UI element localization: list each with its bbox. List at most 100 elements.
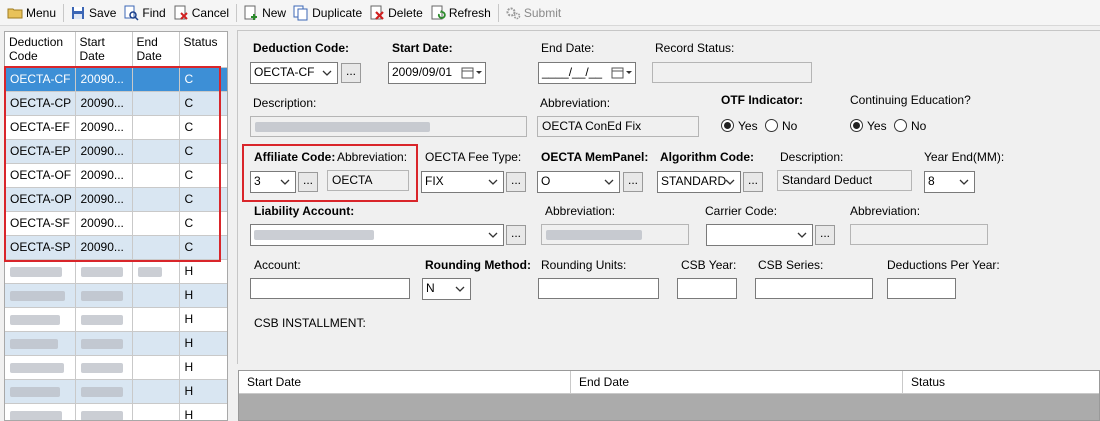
col-start-date[interactable]: Start Date bbox=[75, 32, 133, 68]
duplicate-button[interactable]: Duplicate bbox=[290, 2, 365, 24]
year-end-select[interactable]: 8 bbox=[924, 171, 975, 193]
toolbar-separator bbox=[497, 3, 499, 22]
otf-no-label: No bbox=[782, 119, 798, 133]
cell-start bbox=[75, 355, 133, 380]
deductions-per-year-input[interactable] bbox=[887, 278, 956, 299]
affiliate-lookup-button[interactable]: ... bbox=[298, 172, 318, 192]
delete-button[interactable]: Delete bbox=[366, 2, 426, 24]
otf-yes-label: Yes bbox=[738, 119, 758, 133]
col-status[interactable]: Status bbox=[903, 371, 1099, 394]
cell-status: H bbox=[179, 331, 227, 356]
new-button[interactable]: New bbox=[240, 2, 289, 24]
otf-no-radio[interactable]: No bbox=[765, 119, 797, 133]
algorithm-code-label: Algorithm Code: bbox=[660, 150, 754, 164]
table-row-redacted[interactable]: H bbox=[5, 403, 227, 420]
table-row-redacted[interactable]: H bbox=[5, 307, 227, 332]
deduction-code-value: OECTA-CF bbox=[254, 65, 315, 79]
header-label: Deduction bbox=[9, 35, 64, 49]
calendar-icon bbox=[461, 67, 482, 79]
liability-account-label: Liability Account: bbox=[254, 204, 355, 218]
col-end-date[interactable]: End Date bbox=[132, 32, 180, 68]
fee-type-select[interactable]: FIX bbox=[421, 171, 504, 193]
toolbar-separator bbox=[236, 3, 238, 22]
mempanel-lookup-button[interactable]: ... bbox=[623, 172, 643, 192]
col-end-date[interactable]: End Date bbox=[571, 371, 903, 394]
chevron-down-icon bbox=[725, 179, 735, 185]
carrier-lookup-button[interactable]: ... bbox=[815, 225, 835, 245]
rounding-units-label: Rounding Units: bbox=[541, 258, 627, 272]
table-row-redacted[interactable]: H bbox=[5, 331, 227, 356]
highlight-box-rows bbox=[4, 66, 221, 262]
radio-unselected-icon bbox=[894, 119, 907, 132]
cell-status: H bbox=[179, 307, 227, 332]
col-status[interactable]: Status bbox=[179, 32, 227, 68]
csb-year-input[interactable] bbox=[677, 278, 737, 299]
folder-icon bbox=[7, 8, 23, 18]
header-label: Date bbox=[136, 49, 162, 63]
cancel-button[interactable]: Cancel bbox=[170, 2, 232, 24]
rounding-method-select[interactable]: N bbox=[422, 278, 471, 300]
find-label: Find bbox=[142, 5, 166, 20]
fee-type-lookup-button[interactable]: ... bbox=[506, 172, 526, 192]
start-date-picker[interactable]: 2009/09/01 bbox=[388, 62, 486, 84]
col-deduction-code[interactable]: Deduction Code bbox=[5, 32, 76, 68]
record-status-label: Record Status: bbox=[655, 41, 735, 55]
table-row-redacted[interactable]: H bbox=[5, 259, 227, 284]
header-label: Date bbox=[79, 49, 105, 63]
record-status-field bbox=[652, 62, 812, 83]
cont-ed-yes-radio[interactable]: Yes bbox=[850, 119, 887, 133]
table-row-redacted[interactable]: H bbox=[5, 355, 227, 380]
chevron-down-icon bbox=[488, 232, 498, 238]
cell-start bbox=[75, 307, 133, 332]
toolbar: Menu Save Find Cancel New Duplicate Dele… bbox=[0, 0, 1100, 26]
year-end-value: 8 bbox=[928, 174, 935, 188]
chevron-down-icon bbox=[322, 70, 332, 76]
liability-lookup-button[interactable]: ... bbox=[506, 225, 526, 245]
cell-code bbox=[5, 307, 76, 332]
deduction-code-select[interactable]: OECTA-CF bbox=[250, 62, 338, 84]
table-row-redacted[interactable]: H bbox=[5, 283, 227, 308]
submit-button[interactable]: Submit bbox=[502, 2, 564, 24]
algorithm-code-value: STANDARD bbox=[661, 174, 727, 188]
algorithm-code-select[interactable]: STANDARD bbox=[657, 171, 741, 193]
save-button[interactable]: Save bbox=[67, 2, 119, 24]
end-date-picker[interactable]: ____/__/__ bbox=[538, 62, 636, 84]
col-start-date[interactable]: Start Date bbox=[239, 371, 571, 394]
account-input[interactable] bbox=[250, 278, 410, 299]
refresh-icon bbox=[431, 5, 446, 19]
cancel-label: Cancel bbox=[191, 5, 230, 20]
header-label: Code bbox=[9, 49, 38, 63]
cell-code bbox=[5, 355, 76, 380]
table-row-redacted[interactable]: H bbox=[5, 379, 227, 404]
cell-status: H bbox=[179, 259, 227, 284]
algorithm-description-field: Standard Deduct bbox=[777, 170, 912, 191]
deduction-code-lookup-button[interactable]: ... bbox=[341, 63, 361, 83]
table-header-row: Deduction Code Start Date End Date Status bbox=[5, 32, 227, 68]
carrier-code-select[interactable] bbox=[706, 224, 813, 246]
csb-installment-label: CSB INSTALLMENT: bbox=[254, 316, 366, 330]
fee-type-value: FIX bbox=[425, 174, 444, 188]
mempanel-select[interactable]: O bbox=[537, 171, 620, 193]
duplicate-icon bbox=[293, 5, 308, 20]
panel-splitter[interactable] bbox=[230, 26, 236, 421]
menu-label: Menu bbox=[26, 5, 57, 20]
liability-abbreviation-label: Abbreviation: bbox=[545, 204, 616, 218]
cell-code bbox=[5, 331, 76, 356]
otf-yes-radio[interactable]: Yes bbox=[721, 119, 758, 133]
cont-ed-no-radio[interactable]: No bbox=[894, 119, 926, 133]
algorithm-lookup-button[interactable]: ... bbox=[743, 172, 763, 192]
end-date-label: End Date: bbox=[541, 41, 595, 55]
rounding-method-value: N bbox=[426, 281, 435, 295]
cell-end bbox=[132, 283, 180, 308]
find-button[interactable]: Find bbox=[120, 2, 168, 24]
refresh-button[interactable]: Refresh bbox=[427, 2, 494, 24]
carrier-abbreviation-field bbox=[850, 224, 988, 245]
refresh-label: Refresh bbox=[448, 5, 491, 20]
rounding-units-input[interactable] bbox=[538, 278, 659, 299]
cell-status: H bbox=[179, 355, 227, 380]
menu-button[interactable]: Menu bbox=[4, 2, 59, 24]
liability-account-select[interactable] bbox=[250, 224, 504, 246]
affiliate-code-select[interactable]: 3 bbox=[250, 171, 296, 193]
redacted-text bbox=[254, 229, 374, 240]
csb-series-input[interactable] bbox=[755, 278, 873, 299]
